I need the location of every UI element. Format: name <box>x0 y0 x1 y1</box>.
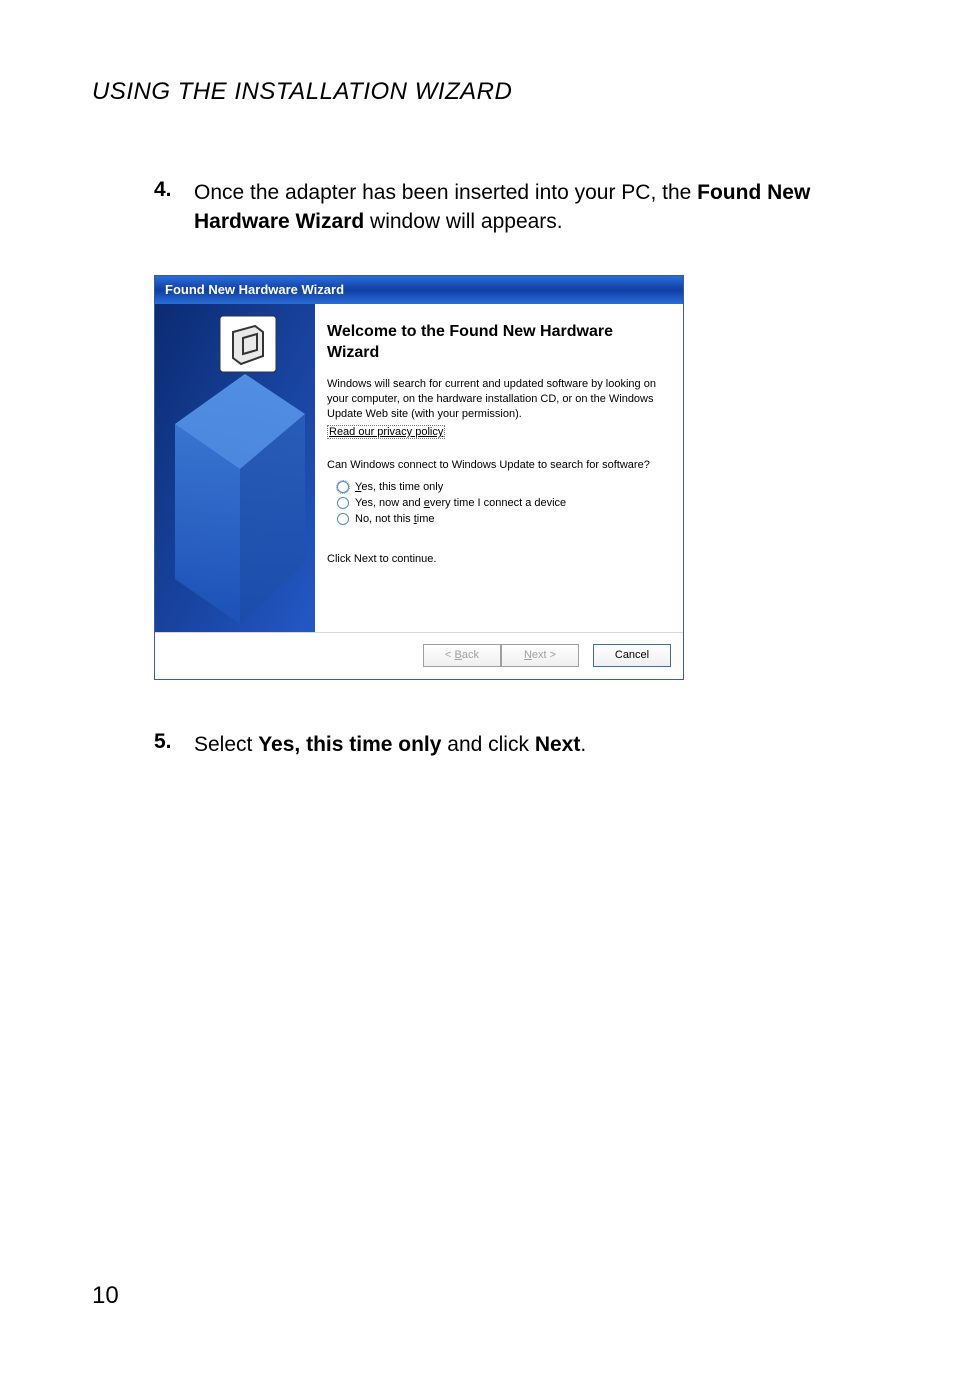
button-label-key: N <box>524 649 532 661</box>
step-4: 4. Once the adapter has been inserted in… <box>154 178 884 237</box>
radio-label-part: No, not this <box>355 513 414 525</box>
step-text-bold: Next <box>535 733 581 756</box>
wizard-heading: Welcome to the Found New Hardware Wizard <box>327 322 667 364</box>
wizard-button-row: < Back Next > Cancel <box>155 632 683 679</box>
wizard-artwork-icon <box>155 304 315 632</box>
next-button[interactable]: Next > <box>501 644 579 667</box>
wizard-options: Yes, this time only Yes, now and every t… <box>337 481 667 525</box>
radio-label: Yes, now and every time I connect a devi… <box>355 497 566 509</box>
section-header: USING THE INSTALLATION WIZARD <box>92 78 884 106</box>
radio-icon <box>337 513 349 525</box>
section-header-cap: W <box>415 78 438 105</box>
radio-label: No, not this time <box>355 513 435 525</box>
radio-label-rest: very time I connect a device <box>430 497 566 509</box>
step-text-bold: Yes, this time only <box>258 733 441 756</box>
button-label: Next > <box>524 649 556 661</box>
cancel-button[interactable]: Cancel <box>593 644 671 667</box>
wizard-main: Welcome to the Found New Hardware Wizard… <box>315 304 683 632</box>
wizard-titlebar: Found New Hardware Wizard <box>155 276 683 304</box>
radio-icon <box>337 497 349 509</box>
step-text-part: Select <box>194 733 258 756</box>
step-text: Select Yes, this time only and click Nex… <box>194 730 586 759</box>
button-label-key: B <box>455 649 462 661</box>
page-number: 10 <box>92 1282 119 1310</box>
wizard-intro-text: Windows will search for current and upda… <box>327 377 667 422</box>
step-number: 4. <box>154 178 194 237</box>
button-label-part: ext > <box>532 649 556 661</box>
radio-label: Yes, this time only <box>355 481 443 493</box>
step-text-part: and click <box>441 733 534 756</box>
section-header-word: SING THE <box>110 78 235 105</box>
button-label: Cancel <box>615 649 649 661</box>
radio-label-rest: ime <box>417 513 435 525</box>
section-header-word: IZARD <box>438 78 513 105</box>
wizard-question: Can Windows connect to Windows Update to… <box>327 459 667 471</box>
radio-icon <box>337 481 349 493</box>
button-label-part: < <box>445 649 454 661</box>
step-text-part: . <box>580 733 586 756</box>
step-number: 5. <box>154 730 194 759</box>
radio-option-yes-once[interactable]: Yes, this time only <box>337 481 667 493</box>
radio-option-yes-always[interactable]: Yes, now and every time I connect a devi… <box>337 497 667 509</box>
back-button[interactable]: < Back <box>423 644 501 667</box>
section-header-word: NSTALLATION <box>242 78 415 105</box>
step-text: Once the adapter has been inserted into … <box>194 178 884 237</box>
button-label: < Back <box>445 649 479 661</box>
privacy-policy-link[interactable]: Read our privacy policy <box>327 425 445 439</box>
wizard-window: Found New Hardware Wizard <box>154 275 684 680</box>
document-page: USING THE INSTALLATION WIZARD 4. Once th… <box>0 0 954 1388</box>
section-header-cap: I <box>234 78 241 105</box>
wizard-side-graphic <box>155 304 315 632</box>
step-text-part: Once the adapter has been inserted into … <box>194 181 697 204</box>
step-5: 5. Select Yes, this time only and click … <box>154 730 884 759</box>
radio-label-part: Yes, now and <box>355 497 424 509</box>
wizard-screenshot: Found New Hardware Wizard <box>154 275 884 680</box>
wizard-body: Welcome to the Found New Hardware Wizard… <box>155 304 683 632</box>
section-header-cap: U <box>92 78 110 105</box>
radio-label-rest: es, this time only <box>361 481 443 493</box>
wizard-continue-text: Click Next to continue. <box>327 553 667 565</box>
step-text-part: window will appears. <box>364 210 562 233</box>
radio-option-no[interactable]: No, not this time <box>337 513 667 525</box>
button-label-part: ack <box>462 649 479 661</box>
